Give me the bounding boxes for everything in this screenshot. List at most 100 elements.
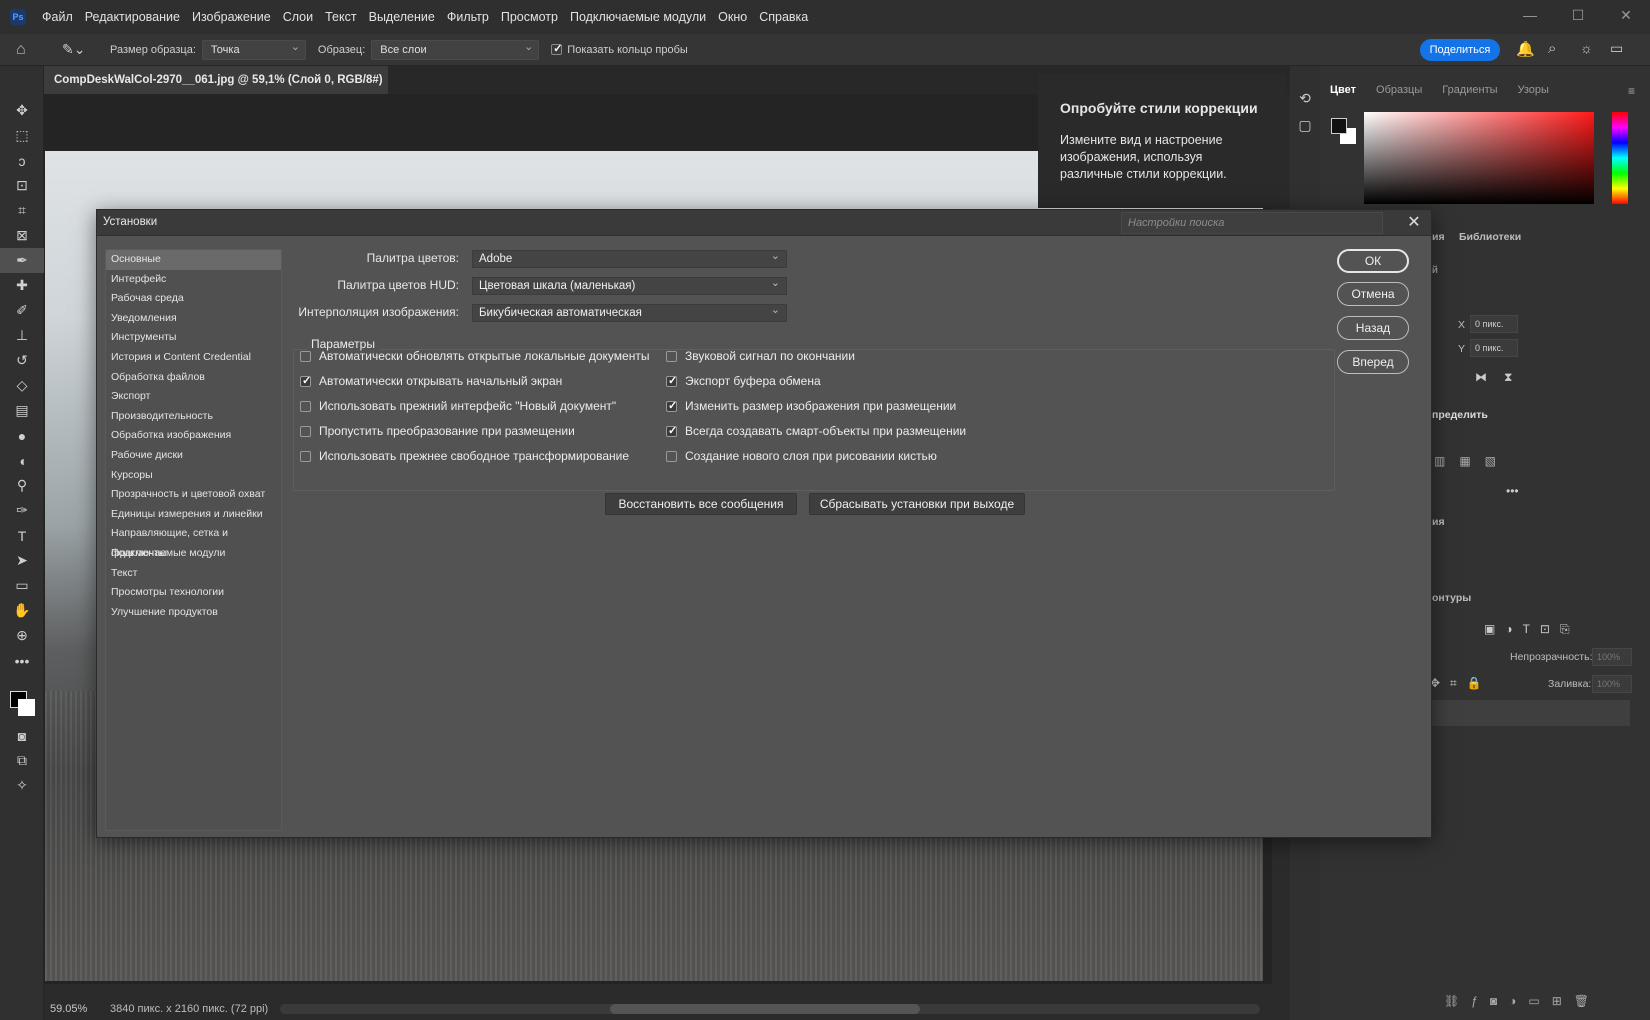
lasso-tool-icon[interactable]: ↄ	[0, 148, 44, 173]
checkbox[interactable]	[666, 350, 677, 362]
more-tools-icon[interactable]: •••	[0, 648, 44, 673]
home-icon[interactable]: ⌂	[16, 41, 46, 59]
bell-icon[interactable]: 🔔	[1516, 40, 1535, 58]
gradient-tool-icon[interactable]: ▤	[0, 398, 44, 423]
path-select-tool-icon[interactable]: ➤	[0, 548, 44, 573]
checkbox[interactable]	[666, 450, 677, 462]
layer-actions-icons[interactable]: ⛓ƒ◙◑▭⊞🗑	[1444, 994, 1601, 1008]
nav-item-file-handling[interactable]: Обработка файлов	[106, 368, 281, 388]
show-ring-checkbox[interactable]	[551, 42, 563, 55]
quick-mask-icon[interactable]: ◙	[0, 723, 44, 748]
nav-item-performance[interactable]: Производительность	[106, 407, 281, 427]
frame-tool-icon[interactable]: ⊠	[0, 223, 44, 248]
tab-libraries[interactable]: Библиотеки	[1459, 231, 1521, 243]
option-auto-home-screen[interactable]: Автоматически открывать начальный экран	[300, 374, 562, 388]
reset-messages-button[interactable]: Восстановить все сообщения	[605, 493, 797, 515]
menu-window[interactable]: Окно	[712, 10, 753, 24]
color-picker-select[interactable]: Adobe	[472, 248, 787, 268]
history-brush-tool-icon[interactable]: ↺	[0, 348, 44, 373]
layer-row[interactable]	[1432, 700, 1630, 726]
dodge-tool-icon[interactable]: ◖	[0, 448, 44, 473]
lightbulb-icon[interactable]: ☼	[1580, 40, 1593, 56]
option-legacy-new-doc[interactable]: Использовать прежний интерфейс "Новый до…	[300, 399, 616, 413]
checkbox[interactable]	[300, 425, 311, 437]
nav-item-notifications[interactable]: Уведомления	[106, 309, 281, 329]
y-input[interactable]: 0 пикс.	[1470, 339, 1518, 357]
tab-color[interactable]: Цвет	[1320, 78, 1366, 104]
tab-swatches[interactable]: Образцы	[1366, 78, 1432, 104]
sample-size-select[interactable]: Точка	[201, 38, 306, 60]
pen-tool-icon[interactable]: ✑	[0, 498, 44, 523]
history-icon[interactable]: ⟲	[1290, 90, 1320, 107]
paths-tab-partial[interactable]: онтуры	[1432, 592, 1471, 604]
nav-item-transparency[interactable]: Прозрачность и цветовой охват	[106, 485, 281, 505]
brush-tool-icon[interactable]: ✐	[0, 298, 44, 323]
blur-tool-icon[interactable]: ●	[0, 423, 44, 448]
properties-tab-partial[interactable]: ия	[1432, 231, 1445, 243]
menu-type[interactable]: Текст	[319, 10, 362, 24]
close-window-button[interactable]: ✕	[1602, 0, 1650, 34]
align-icons[interactable]: ▥▦▧	[1434, 454, 1510, 468]
nav-item-type[interactable]: Текст	[106, 564, 281, 584]
option-export-clipboard[interactable]: Экспорт буфера обмена	[666, 374, 821, 388]
color-spectrum-field[interactable]	[1364, 112, 1594, 204]
scrollbar-thumb[interactable]	[610, 1004, 920, 1014]
option-skip-transform[interactable]: Пропустить преобразование при размещении	[300, 424, 575, 438]
reset-on-exit-button[interactable]: Сбрасывать установки при выходе	[809, 493, 1025, 515]
ok-button[interactable]: ОК	[1337, 249, 1409, 273]
maximize-button[interactable]: ☐	[1554, 0, 1602, 34]
hand-tool-icon[interactable]: ✋	[0, 598, 44, 623]
foreground-color-swatch[interactable]	[1331, 118, 1347, 134]
menu-layers[interactable]: Слои	[277, 10, 319, 24]
color-swatches[interactable]	[0, 673, 43, 723]
preferences-search-input[interactable]: Настройки поиска	[1121, 212, 1383, 234]
nav-item-plugins[interactable]: Подключаемые модули	[106, 544, 281, 564]
zoom-tool-icon[interactable]: ⊕	[0, 623, 44, 648]
generative-icon[interactable]: ✧	[0, 773, 44, 798]
object-select-tool-icon[interactable]: ⊡	[0, 173, 44, 198]
nav-item-product-improvement[interactable]: Улучшение продуктов	[106, 603, 281, 623]
interpolation-select[interactable]: Бикубическая автоматическая	[472, 302, 787, 322]
nav-item-export[interactable]: Экспорт	[106, 387, 281, 407]
option-auto-update[interactable]: Автоматически обновлять открытые локальн…	[300, 349, 649, 363]
zoom-search-tool-icon[interactable]: ⚲	[0, 473, 44, 498]
nav-item-tech-previews[interactable]: Просмотры технологии	[106, 583, 281, 603]
nav-item-cursors[interactable]: Курсоры	[106, 466, 281, 486]
document-tab[interactable]: CompDeskWalCol-2970__061.jpg @ 59,1% (Сл…	[44, 66, 388, 114]
nav-item-units[interactable]: Единицы измерения и линейки	[106, 505, 281, 525]
eraser-tool-icon[interactable]: ◇	[0, 373, 44, 398]
type-tool-icon[interactable]: T	[0, 523, 44, 548]
option-beep-when-done[interactable]: Звуковой сигнал по окончании	[666, 349, 855, 363]
checkbox[interactable]	[300, 350, 311, 362]
menu-select[interactable]: Выделение	[363, 10, 441, 24]
menu-file[interactable]: Файл	[36, 10, 79, 24]
checkbox[interactable]	[666, 424, 677, 437]
checkbox[interactable]	[300, 374, 311, 387]
checkbox[interactable]	[300, 450, 311, 462]
cancel-button[interactable]: Отмена	[1337, 282, 1409, 306]
tab-gradients[interactable]: Градиенты	[1432, 78, 1507, 104]
workspace-icon[interactable]: ▭	[1610, 40, 1623, 57]
crop-tool-icon[interactable]: ⌗	[0, 198, 44, 223]
stamp-tool-icon[interactable]: ⊥	[0, 323, 44, 348]
eyedropper-tool-icon[interactable]: ✎⌄	[62, 41, 102, 58]
checkbox[interactable]	[300, 400, 311, 412]
marquee-tool-icon[interactable]: ⬚	[0, 123, 44, 148]
define-label-partial[interactable]: пределить	[1432, 409, 1488, 421]
nav-item-interface[interactable]: Интерфейс	[106, 270, 281, 290]
zoom-level[interactable]: 59.05%	[50, 1003, 110, 1015]
option-legacy-free-transform[interactable]: Использовать прежнее свободное трансформ…	[300, 449, 629, 463]
healing-brush-tool-icon[interactable]: ✚	[0, 273, 44, 298]
close-icon[interactable]: ✕	[1403, 212, 1425, 234]
x-input[interactable]: 0 пикс.	[1470, 315, 1518, 333]
fill-input[interactable]: 100%	[1592, 675, 1632, 693]
menu-plugins[interactable]: Подключаемые модули	[564, 10, 712, 24]
hue-slider[interactable]	[1612, 112, 1628, 204]
minimize-button[interactable]: —	[1506, 0, 1554, 34]
tab-patterns[interactable]: Узоры	[1508, 78, 1559, 104]
nav-item-general[interactable]: Основные	[106, 250, 281, 270]
screen-mode-icon[interactable]: ⧉	[0, 748, 44, 773]
back-button[interactable]: Назад	[1337, 316, 1409, 340]
nav-item-guides[interactable]: Направляющие, сетка и фрагменты	[106, 524, 281, 559]
menu-image[interactable]: Изображение	[186, 10, 277, 24]
